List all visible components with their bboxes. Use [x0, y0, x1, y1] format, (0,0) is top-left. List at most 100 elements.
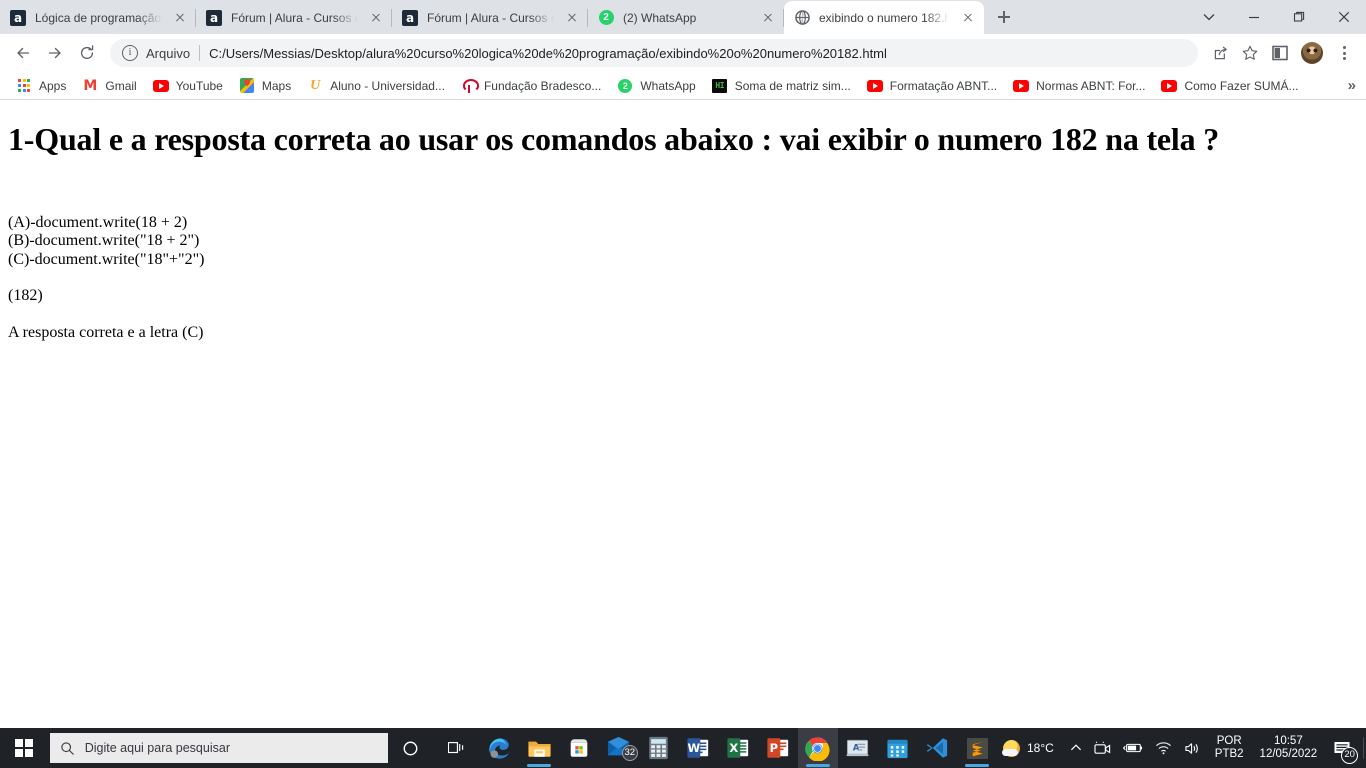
bookmark-soma-matriz[interactable]: HI Soma de matriz sim...	[704, 74, 859, 98]
bookmark-fundacao-bradesco[interactable]: Fundação Bradesco...	[453, 74, 609, 98]
browser-tab[interactable]: a Lógica de programação I: os	[0, 1, 196, 34]
taskbar-app-microsoft-powerpoint[interactable]: P	[758, 728, 798, 768]
taskbar-app-file-explorer[interactable]	[519, 728, 559, 768]
taskbar-app-calculator[interactable]	[639, 728, 679, 768]
tab-search-icon[interactable]	[1186, 0, 1231, 34]
forward-button[interactable]	[40, 38, 70, 68]
browser-toolbar: i Arquivo C:/Users/Messias/Desktop/alura…	[0, 34, 1366, 72]
profile-avatar[interactable]	[1301, 42, 1323, 64]
weather-sun-icon	[1001, 739, 1020, 757]
close-icon[interactable]	[960, 10, 976, 26]
tab-list: a Lógica de programação I: os a Fórum | …	[0, 0, 1018, 34]
bookmarks-overflow-icon[interactable]: »	[1348, 77, 1356, 94]
bookmark-youtube[interactable]: YouTube	[145, 74, 231, 98]
script-output: (182)	[8, 287, 43, 305]
svg-text:W: W	[688, 741, 701, 755]
start-button[interactable]	[0, 728, 48, 768]
clock[interactable]: 10:57 12/05/2022	[1252, 735, 1326, 761]
alura-icon: a	[402, 9, 418, 26]
browser-tab[interactable]: a Fórum | Alura - Cursos online	[196, 1, 392, 34]
page-content: 1-Qual e a resposta correta ao usar os c…	[0, 101, 1366, 728]
taskbar-app-calendar[interactable]	[878, 728, 918, 768]
url-scheme-label: Arquivo	[146, 45, 191, 61]
side-panel-icon[interactable]	[1266, 39, 1294, 67]
cortana-button[interactable]	[388, 728, 434, 768]
mail-badge-count: 32	[621, 745, 638, 761]
new-tab-button[interactable]	[990, 3, 1018, 31]
bookmark-label: YouTube	[175, 78, 223, 93]
tab-title: exibindo o numero 182.html	[819, 10, 954, 25]
notification-badge-count: 20	[1341, 747, 1359, 764]
task-view-button[interactable]	[434, 728, 480, 768]
taskbar-app-microsoft-edge[interactable]	[480, 728, 520, 768]
youtube-icon	[866, 78, 883, 94]
taskbar-app-microsoft-excel[interactable]: X	[718, 728, 758, 768]
gmail-icon: M	[83, 77, 98, 94]
show-desktop-button[interactable]	[1363, 737, 1365, 759]
bookmark-como-fazer-sumario[interactable]: Como Fazer SUMÁ...	[1153, 74, 1306, 98]
bookmark-label: Formatação ABNT...	[889, 78, 998, 93]
bookmark-formatacao-abnt[interactable]: Formatação ABNT...	[859, 74, 1005, 98]
globe-icon	[794, 10, 810, 26]
volume-icon[interactable]	[1178, 728, 1207, 768]
taskbar-search-input[interactable]: Digite aqui para pesquisar	[49, 733, 389, 763]
svg-text:P: P	[770, 741, 778, 755]
share-icon[interactable]	[1206, 39, 1234, 67]
bookmark-label: Soma de matriz sim...	[734, 78, 851, 93]
close-icon[interactable]	[368, 10, 384, 26]
url-text: C:/Users/Messias/Desktop/alura%20curso%2…	[209, 45, 887, 61]
minimize-icon[interactable]	[1231, 0, 1276, 34]
maximize-icon[interactable]	[1276, 0, 1321, 34]
bradesco-icon	[461, 78, 479, 94]
close-icon[interactable]	[760, 10, 776, 26]
tab-title: Lógica de programação I: os	[35, 10, 166, 25]
taskbar-app-microsoft-store[interactable]	[559, 728, 599, 768]
close-icon[interactable]	[564, 10, 580, 26]
svg-text:X: X	[730, 741, 739, 755]
taskbar-app-visual-studio-code[interactable]	[917, 728, 957, 768]
option-c: (C)-document.write("18"+"2")	[8, 250, 205, 268]
notification-center-button[interactable]: 20	[1325, 728, 1359, 768]
bookmark-normas-abnt[interactable]: Normas ABNT: For...	[1005, 74, 1153, 98]
taskbar-app-sublime-text[interactable]	[957, 728, 997, 768]
youtube-icon	[152, 78, 169, 94]
address-bar[interactable]: i Arquivo C:/Users/Messias/Desktop/alura…	[110, 39, 1198, 67]
show-hidden-icons-button[interactable]	[1064, 728, 1088, 768]
maps-icon	[239, 78, 255, 94]
bookmark-whatsapp[interactable]: 2 WhatsApp	[609, 74, 703, 98]
youtube-icon	[1161, 78, 1178, 94]
close-window-icon[interactable]	[1321, 0, 1366, 34]
taskbar-app-photos[interactable]: A	[838, 728, 878, 768]
chrome-menu-icon[interactable]	[1330, 39, 1358, 67]
info-icon[interactable]: i	[122, 45, 138, 61]
university-icon: U	[310, 77, 321, 93]
taskbar-app-microsoft-word[interactable]: W	[679, 728, 719, 768]
weather-widget[interactable]: 18°C	[997, 739, 1064, 757]
bookmark-label: Gmail	[105, 78, 137, 93]
bookmark-label: Normas ABNT: For...	[1036, 78, 1146, 93]
browser-tab[interactable]: 2 (2) WhatsApp	[588, 1, 784, 34]
camera-icon[interactable]	[1088, 728, 1117, 768]
close-icon[interactable]	[172, 10, 188, 26]
bookmark-gmail[interactable]: M Gmail	[74, 74, 144, 98]
taskbar-app-google-chrome[interactable]	[797, 728, 838, 768]
browser-tab-active[interactable]: exibindo o numero 182.html	[784, 1, 984, 34]
back-button[interactable]	[8, 38, 38, 68]
windows-taskbar: Digite aqui para pesquisar 32 W X P A 18…	[0, 728, 1366, 768]
tab-title: Fórum | Alura - Cursos online	[231, 10, 362, 25]
language-indicator[interactable]: POR PTB2	[1207, 735, 1252, 761]
network-wifi-icon[interactable]	[1149, 728, 1178, 768]
youtube-icon	[1013, 78, 1030, 94]
reload-button[interactable]	[72, 38, 102, 68]
taskbar-app-mail[interactable]: 32	[599, 728, 639, 768]
bookmark-apps[interactable]: Apps	[8, 74, 74, 98]
bookmark-label: Apps	[39, 78, 67, 93]
bookmark-maps[interactable]: Maps	[231, 74, 299, 98]
bookmark-star-icon[interactable]	[1236, 39, 1264, 67]
browser-tab[interactable]: a Fórum | Alura - Cursos online	[392, 1, 588, 34]
alura-icon: a	[10, 9, 26, 26]
option-b: (B)-document.write("18 + 2")	[8, 232, 200, 250]
bookmark-aluno-universidade[interactable]: U Aluno - Universidad...	[299, 74, 453, 98]
battery-icon[interactable]	[1117, 728, 1149, 768]
